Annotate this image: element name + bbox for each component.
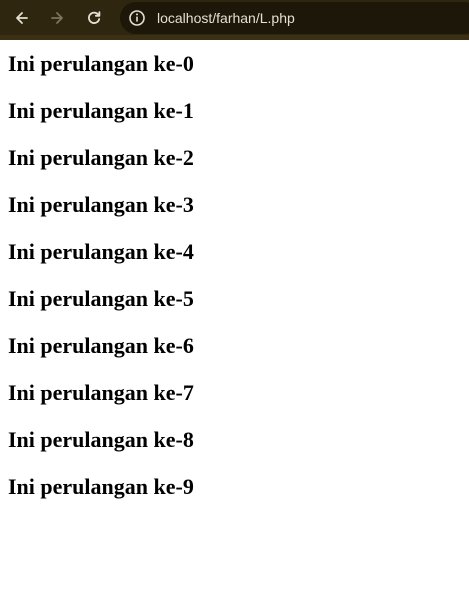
loop-line: Ini perulangan ke-1	[8, 98, 194, 123]
back-button[interactable]	[8, 4, 36, 32]
loop-line: Ini perulangan ke-4	[8, 239, 194, 264]
address-bar[interactable]: localhost/farhan/L.php	[120, 2, 469, 34]
loop-line: Ini perulangan ke-0	[8, 51, 194, 76]
loop-line: Ini perulangan ke-9	[8, 474, 194, 499]
site-info-icon[interactable]	[128, 9, 146, 27]
url-text[interactable]: localhost/farhan/L.php	[157, 9, 295, 27]
loop-line: Ini perulangan ke-3	[8, 192, 194, 217]
reload-icon	[88, 11, 101, 24]
reload-button[interactable]	[80, 4, 108, 32]
browser-toolbar: localhost/farhan/L.php	[0, 0, 469, 40]
loop-line: Ini perulangan ke-6	[8, 333, 194, 358]
loop-line: Ini perulangan ke-2	[8, 145, 194, 170]
back-arrow-icon	[16, 12, 28, 24]
page-content: Ini perulangan ke-0 Ini perulangan ke-1 …	[8, 40, 463, 499]
forward-button[interactable]	[43, 4, 71, 32]
loop-line: Ini perulangan ke-8	[8, 427, 194, 452]
loop-line: Ini perulangan ke-5	[8, 286, 194, 311]
forward-arrow-icon	[51, 12, 63, 24]
loop-line: Ini perulangan ke-7	[8, 380, 194, 405]
